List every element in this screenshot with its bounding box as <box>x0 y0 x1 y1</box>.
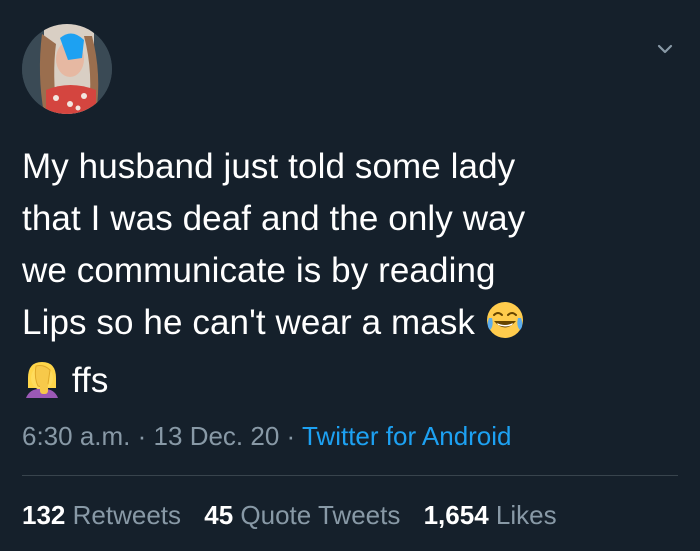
quote-tweets-label: Quote Tweets <box>240 500 401 530</box>
face-with-tears-of-joy-icon <box>485 300 525 355</box>
retweets-count: 132 <box>22 500 66 530</box>
tweet-text-line-with-emoji: Lips so he can't wear a mask <box>22 297 662 355</box>
likes-label: Likes <box>495 500 557 530</box>
woman-facepalming-icon <box>22 358 62 413</box>
retweets-stat[interactable]: 132 Retweets <box>22 500 181 530</box>
tweet-text-line: ffs <box>71 361 109 400</box>
retweets-label: Retweets <box>72 500 182 530</box>
avatar-image <box>22 24 112 114</box>
tweet-text-line: My husband just told some lady <box>22 147 516 186</box>
tweet-text-line: Lips so he can't wear a mask <box>22 303 476 342</box>
avatar[interactable] <box>22 24 112 114</box>
chevron-down-icon[interactable] <box>654 38 676 60</box>
likes-count: 1,654 <box>423 500 489 530</box>
divider <box>22 475 678 476</box>
tweet-metadata: 6:30 a.m. · 13 Dec. 20 · Twitter for And… <box>22 419 512 453</box>
tweet-card: My husband just told some lady that I wa… <box>0 0 700 551</box>
separator: · <box>286 421 296 451</box>
quote-tweets-count: 45 <box>204 500 234 530</box>
tweet-source-link[interactable]: Twitter for Android <box>302 421 512 451</box>
tweet-stats: 132 Retweets 45 Quote Tweets 1,654 Likes <box>22 497 573 533</box>
tweet-text-line: we communicate is by reading <box>22 251 496 290</box>
likes-stat[interactable]: 1,654 Likes <box>424 500 557 530</box>
quote-tweets-stat[interactable]: 45 Quote Tweets <box>204 500 400 530</box>
tweet-text: My husband just told some lady that I wa… <box>22 141 662 413</box>
tweet-time[interactable]: 6:30 a.m. <box>22 421 130 451</box>
tweet-text-line: that I was deaf and the only way <box>22 199 526 238</box>
tweet-text-line-with-emoji: ffs <box>22 355 662 413</box>
separator: · <box>137 421 147 451</box>
tweet-date[interactable]: 13 Dec. 20 <box>154 421 280 451</box>
